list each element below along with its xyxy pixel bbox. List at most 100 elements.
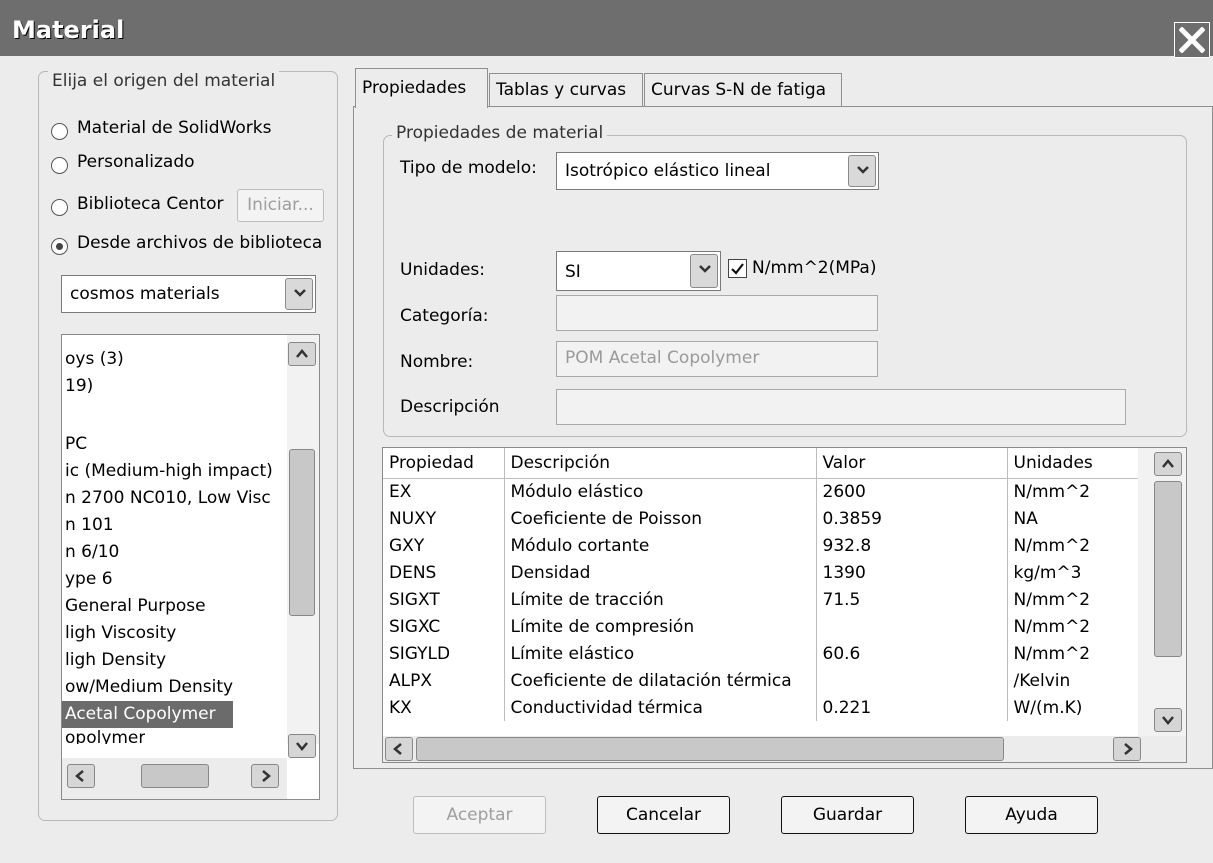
start-button[interactable]: Iniciar...	[237, 189, 324, 222]
list-item[interactable]: n 101	[62, 512, 114, 539]
table-cell[interactable]	[816, 667, 1008, 694]
table-row[interactable]: GXY Módulo cortante 932.8 N/mm^2	[383, 532, 1139, 559]
list-horizontal-scrollbar[interactable]	[62, 758, 287, 799]
units-mpa-checkbox[interactable]	[728, 259, 747, 278]
column-header[interactable]: Unidades	[1007, 448, 1139, 479]
name-label: Nombre:	[400, 352, 474, 372]
table-scroll-up-button[interactable]	[1154, 452, 1182, 476]
table-cell[interactable]: 0.221	[816, 694, 1008, 721]
library-select-dropdown[interactable]	[285, 278, 313, 310]
table-horizontal-scrollbar[interactable]	[383, 736, 1186, 762]
radio-library-label[interactable]: Desde archivos de biblioteca	[77, 233, 322, 253]
table-cell[interactable]: 932.8	[816, 532, 1008, 559]
list-scroll-down-button[interactable]	[288, 734, 316, 758]
radio-custom-circle[interactable]	[51, 157, 68, 174]
table-cell: SIGXC	[383, 613, 505, 640]
radio-solidworks-label[interactable]: Material de SolidWorks	[77, 118, 271, 138]
list-item[interactable]: ligh Viscosity	[62, 620, 176, 647]
table-cell[interactable]: 2600	[816, 478, 1008, 505]
units-dropdown[interactable]	[690, 254, 718, 288]
chevron-right-icon	[1124, 743, 1133, 755]
properties-table[interactable]: Propiedad Descripción Valor Unidades EX M…	[382, 447, 1187, 763]
list-item[interactable]: 19)	[62, 373, 93, 400]
table-row[interactable]: SIGXT Límite de tracción 71.5 N/mm^2	[383, 586, 1139, 613]
table-row[interactable]: NUXY Coeficiente de Poisson 0.3859 NA	[383, 505, 1139, 532]
properties-grid: Propiedad Descripción Valor Unidades EX M…	[383, 448, 1139, 721]
table-scroll-thumb[interactable]	[1154, 481, 1182, 657]
table-cell[interactable]: 0.3859	[816, 505, 1008, 532]
list-item[interactable]: ow/Medium Density	[62, 674, 233, 701]
chevron-left-icon	[75, 770, 84, 782]
list-item[interactable]: PC	[62, 431, 87, 458]
list-item[interactable]: oys (3)	[62, 346, 124, 373]
table-scroll-right-button[interactable]	[1113, 737, 1141, 761]
list-item[interactable]: n 6/10	[62, 539, 119, 566]
radio-centor-circle[interactable]	[51, 199, 68, 216]
list-item[interactable]: General Purpose	[62, 593, 206, 620]
units-mpa-label[interactable]: N/mm^2(MPa)	[752, 258, 876, 278]
table-cell: NA	[1007, 505, 1139, 532]
model-type-dropdown[interactable]	[848, 155, 876, 187]
list-scroll-thumb[interactable]	[289, 449, 315, 616]
table-cell: Límite de compresión	[504, 613, 817, 640]
list-hscroll-thumb[interactable]	[141, 764, 209, 788]
table-row[interactable]: DENS Densidad 1390 kg/m^3	[383, 559, 1139, 586]
tab-properties[interactable]: Propiedades	[355, 68, 488, 108]
list-vertical-scrollbar[interactable]	[287, 335, 319, 758]
material-source-legend: Elija el origen del material	[48, 71, 280, 91]
chevron-down-icon	[1162, 716, 1174, 725]
title-bar[interactable]: Material	[0, 0, 1213, 58]
table-cell[interactable]: 1390	[816, 559, 1008, 586]
library-select[interactable]: cosmos materials	[61, 275, 316, 313]
table-row[interactable]: KX Conductividad térmica 0.221 W/(m.K)	[383, 694, 1139, 721]
table-vertical-scrollbar[interactable]	[1138, 448, 1186, 736]
list-item[interactable]: ic (Medium-high impact)	[62, 458, 273, 485]
close-button[interactable]	[1174, 22, 1210, 58]
accept-button[interactable]: Aceptar	[413, 796, 546, 834]
table-scroll-left-button[interactable]	[385, 737, 413, 761]
list-item[interactable]	[62, 400, 65, 427]
material-list[interactable]: oys (3) 19) PC ic (Medium-high impact) n…	[61, 334, 320, 800]
table-cell[interactable]: 71.5	[816, 586, 1008, 613]
radio-custom-label[interactable]: Personalizado	[77, 152, 195, 172]
list-item[interactable]: ligh Density	[62, 647, 166, 674]
table-cell: Límite de tracción	[504, 586, 817, 613]
units-select[interactable]: SI	[556, 251, 721, 291]
radio-solidworks-circle[interactable]	[51, 123, 68, 140]
list-scroll-right-button[interactable]	[251, 764, 279, 788]
table-row[interactable]: EX Módulo elástico 2600 N/mm^2	[383, 478, 1139, 505]
save-button[interactable]: Guardar	[781, 796, 914, 834]
table-row[interactable]: ALPX Coeficiente de dilatación térmica/Ke…	[383, 667, 1139, 694]
table-cell: N/mm^2	[1007, 586, 1139, 613]
table-cell: Coeficiente de Poisson	[504, 505, 817, 532]
table-cell: N/mm^2	[1007, 478, 1139, 505]
table-cell[interactable]: 60.6	[816, 640, 1008, 667]
radio-library-circle[interactable]	[51, 238, 68, 255]
description-field	[556, 389, 1126, 425]
model-type-select[interactable]: Isotrópico elástico lineal	[556, 152, 879, 190]
tab-tables-curves[interactable]: Tablas y curvas	[489, 73, 643, 107]
radio-centor-label[interactable]: Biblioteca Centor	[77, 194, 223, 214]
table-row[interactable]: SIGXC Límite de compresión N/mm^2	[383, 613, 1139, 640]
chevron-down-icon	[296, 742, 308, 751]
list-item[interactable]: ype 6	[62, 566, 113, 593]
table-scroll-down-button[interactable]	[1154, 708, 1182, 732]
table-cell: N/mm^2	[1007, 532, 1139, 559]
list-item[interactable]: n 2700 NC010, Low Visc	[62, 485, 271, 512]
help-button[interactable]: Ayuda	[965, 796, 1098, 834]
list-item-selected[interactable]: Acetal Copolymer	[62, 701, 233, 728]
table-hscroll-thumb[interactable]	[416, 737, 1004, 761]
table-cell: SIGXT	[383, 586, 505, 613]
list-scroll-left-button[interactable]	[67, 764, 95, 788]
column-header[interactable]: Propiedad	[383, 448, 505, 479]
chevron-down-icon	[294, 289, 306, 297]
chevron-up-icon	[1162, 459, 1174, 468]
table-row[interactable]: SIGYLD Límite elástico 60.6 N/mm^2	[383, 640, 1139, 667]
list-scroll-up-button[interactable]	[288, 342, 316, 366]
table-cell[interactable]	[816, 613, 1008, 640]
column-header[interactable]: Descripción	[504, 448, 817, 479]
cancel-button[interactable]: Cancelar	[597, 796, 730, 834]
list-item[interactable]: opolymer	[62, 730, 145, 744]
column-header[interactable]: Valor	[816, 448, 1008, 479]
tab-sn-fatigue[interactable]: Curvas S-N de fatiga	[644, 73, 842, 107]
